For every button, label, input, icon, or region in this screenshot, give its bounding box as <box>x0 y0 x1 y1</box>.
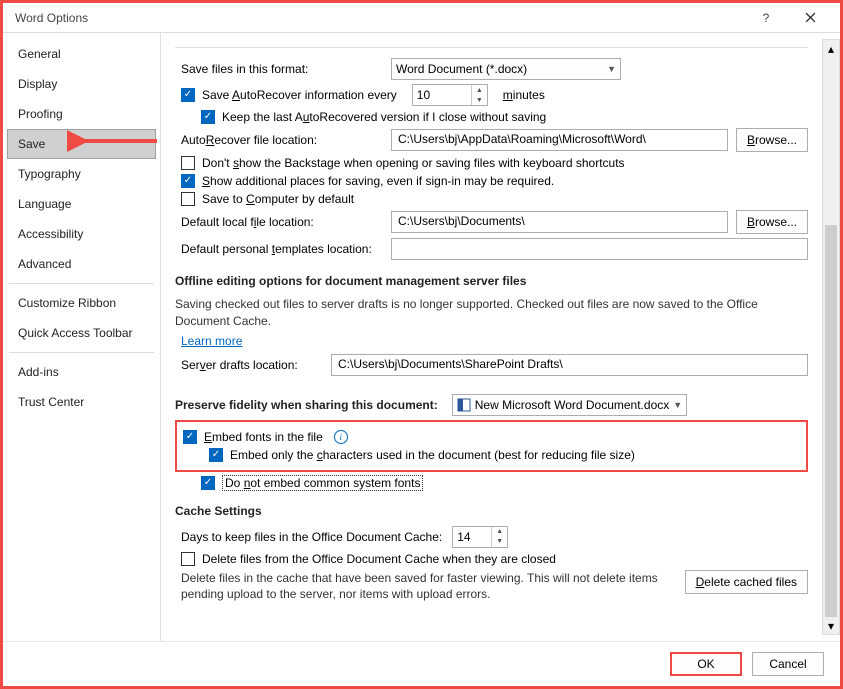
browse-autorecover-button[interactable]: Browse... <box>736 128 808 152</box>
sidebar: General Display Proofing Save Typography… <box>3 33 161 641</box>
cancel-button[interactable]: Cancel <box>752 652 824 676</box>
show-additional-checkbox[interactable] <box>181 174 195 188</box>
scroll-thumb[interactable] <box>825 225 837 617</box>
keep-last-checkbox[interactable] <box>201 110 215 124</box>
autorecover-location-label: AutoRecover file location: <box>181 133 391 147</box>
save-format-select[interactable]: Word Document (*.docx)▼ <box>391 58 621 80</box>
cache-days-spinner[interactable]: 14 ▲▼ <box>452 526 508 548</box>
sidebar-item-general[interactable]: General <box>7 39 156 69</box>
chevron-down-icon: ▼ <box>673 400 682 410</box>
scroll-down-icon[interactable]: ▾ <box>823 617 839 634</box>
browse-default-local-button[interactable]: Browse... <box>736 210 808 234</box>
save-computer-checkbox[interactable] <box>181 192 195 206</box>
vertical-scrollbar[interactable]: ▴ ▾ <box>822 39 840 635</box>
delete-cache-description: Delete files in the cache that have been… <box>181 570 673 604</box>
save-computer-label: Save to Computer by default <box>202 192 354 206</box>
sidebar-item-typography[interactable]: Typography <box>7 159 156 189</box>
server-drafts-input[interactable]: C:\Users\bj\Documents\SharePoint Drafts\ <box>331 354 808 376</box>
fidelity-section-head: Preserve fidelity when sharing this docu… <box>175 398 438 412</box>
autorecover-minutes-spinner[interactable]: 10 ▲▼ <box>412 84 488 106</box>
embed-fonts-checkbox[interactable] <box>183 430 197 444</box>
autorecover-location-input[interactable]: C:\Users\bj\AppData\Roaming\Microsoft\Wo… <box>391 129 728 151</box>
delete-closed-checkbox[interactable] <box>181 552 195 566</box>
sidebar-item-accessibility[interactable]: Accessibility <box>7 219 156 249</box>
keep-last-label: Keep the last AutoRecovered version if I… <box>222 110 546 124</box>
server-drafts-label: Server drafts location: <box>181 358 331 372</box>
embed-fonts-label: Embed fonts in the file <box>204 430 323 444</box>
minutes-label: minutes <box>503 88 545 102</box>
ok-button[interactable]: OK <box>670 652 742 676</box>
cache-days-label: Days to keep files in the Office Documen… <box>181 530 442 544</box>
default-templates-label: Default personal templates location: <box>181 242 391 256</box>
dont-show-backstage-label: Don't show the Backstage when opening or… <box>202 156 625 170</box>
do-not-embed-checkbox[interactable] <box>201 476 215 490</box>
learn-more-link[interactable]: Learn more <box>181 334 242 348</box>
word-options-dialog: Word Options ? General Display Proofing … <box>3 3 840 686</box>
offline-description: Saving checked out files to server draft… <box>175 296 808 330</box>
sidebar-item-advanced[interactable]: Advanced <box>7 249 156 279</box>
word-doc-icon <box>457 398 471 412</box>
default-local-input[interactable]: C:\Users\bj\Documents\ <box>391 211 728 233</box>
do-not-embed-label: Do not embed common system fonts <box>222 476 423 490</box>
save-format-label: Save files in this format: <box>181 62 391 76</box>
sidebar-item-trust-center[interactable]: Trust Center <box>7 387 156 417</box>
embed-only-checkbox[interactable] <box>209 448 223 462</box>
fidelity-document-select[interactable]: New Microsoft Word Document.docx ▼ <box>452 394 687 416</box>
sidebar-item-display[interactable]: Display <box>7 69 156 99</box>
show-additional-label: Show additional places for saving, even … <box>202 174 554 188</box>
cache-section-head: Cache Settings <box>175 504 808 518</box>
embed-only-label: Embed only the characters used in the do… <box>230 448 635 462</box>
default-local-label: Default local file location: <box>181 215 391 229</box>
delete-cached-files-button[interactable]: Delete cached files <box>685 570 808 594</box>
sidebar-item-language[interactable]: Language <box>7 189 156 219</box>
annotation-highlight-box: Embed fonts in the file i Embed only the… <box>175 420 808 472</box>
chevron-down-icon: ▼ <box>607 64 616 74</box>
sidebar-item-add-ins[interactable]: Add-ins <box>7 357 156 387</box>
autorecover-label: Save AutoRecover information every <box>202 88 397 102</box>
sidebar-item-customize-ribbon[interactable]: Customize Ribbon <box>7 288 156 318</box>
delete-closed-label: Delete files from the Office Document Ca… <box>202 552 556 566</box>
sidebar-item-proofing[interactable]: Proofing <box>7 99 156 129</box>
main-panel: ▴ ▾ Save files in this format: Word Docu… <box>161 33 840 641</box>
autorecover-checkbox[interactable] <box>181 88 195 102</box>
dont-show-backstage-checkbox[interactable] <box>181 156 195 170</box>
titlebar: Word Options ? <box>3 3 840 33</box>
default-templates-input[interactable] <box>391 238 808 260</box>
info-icon[interactable]: i <box>334 430 348 444</box>
sidebar-item-quick-access-toolbar[interactable]: Quick Access Toolbar <box>7 318 156 348</box>
dialog-footer: OK Cancel <box>3 641 840 686</box>
close-button[interactable] <box>788 4 832 32</box>
scroll-up-icon[interactable]: ▴ <box>823 40 839 57</box>
help-button[interactable]: ? <box>744 4 788 32</box>
window-title: Word Options <box>11 11 744 25</box>
offline-section-head: Offline editing options for document man… <box>175 274 808 288</box>
sidebar-item-save[interactable]: Save <box>7 129 156 159</box>
